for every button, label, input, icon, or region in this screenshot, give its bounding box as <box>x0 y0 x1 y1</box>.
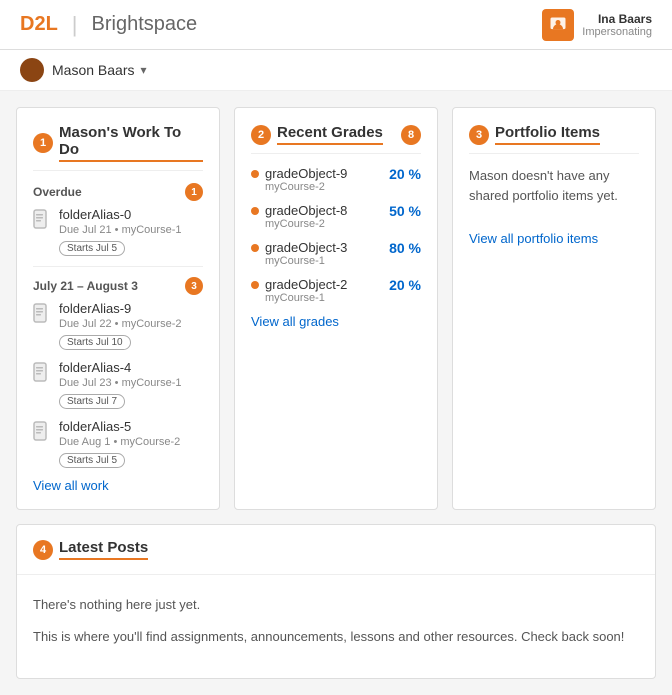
top-grid: 1 Mason's Work To Do Overdue 1 <box>16 107 656 510</box>
d2l-logo: D2L <box>20 13 58 36</box>
grade-pct: 20 % <box>389 166 421 182</box>
latest-posts-line2: This is where you'll find assignments, a… <box>33 627 639 647</box>
grade-details: gradeObject-8 myCourse-2 <box>265 203 383 230</box>
grades-count-badge: 8 <box>401 125 421 145</box>
starts-badge: Starts Jul 5 <box>59 241 125 256</box>
portfolio-empty-text: Mason doesn't have any shared portfolio … <box>469 166 639 205</box>
grade-item: gradeObject-9 myCourse-2 20 % <box>251 166 421 193</box>
grade-dot <box>251 244 259 252</box>
grade-name: gradeObject-8 <box>265 203 383 218</box>
header-left: D2L | Brightspace <box>20 12 197 38</box>
grade-dot <box>251 207 259 215</box>
header: D2L | Brightspace Ina Baars Impersonatin… <box>0 0 672 50</box>
latest-posts-body: There's nothing here just yet. This is w… <box>17 575 655 678</box>
file-icon <box>33 421 51 444</box>
grade-item: gradeObject-8 myCourse-2 50 % <box>251 203 421 230</box>
user-sub: Impersonating <box>582 26 652 38</box>
file-icon <box>33 209 51 232</box>
grade-course: myCourse-1 <box>265 292 383 304</box>
grade-dot <box>251 281 259 289</box>
grade-pct: 20 % <box>389 277 421 293</box>
selected-user-label[interactable]: Mason Baars <box>52 62 134 78</box>
widget-badge-2: 2 <box>251 125 271 145</box>
widget-badge-3: 3 <box>469 125 489 145</box>
widget-badge-4: 4 <box>33 540 53 560</box>
work-to-do-header: 1 Mason's Work To Do <box>33 124 203 171</box>
recent-grades-header: 2 Recent Grades 8 <box>251 124 421 154</box>
work-item-details: folderAlias-5 Due Aug 1 • myCourse-2 Sta… <box>59 419 180 468</box>
main-content: 1 Mason's Work To Do Overdue 1 <box>0 91 672 695</box>
grade-name: gradeObject-2 <box>265 277 383 292</box>
recent-grades-title: Recent Grades <box>277 124 383 145</box>
file-icon <box>33 362 51 385</box>
work-item: folderAlias-9 Due Jul 22 • myCourse-2 St… <box>33 301 203 350</box>
portfolio-header: 3 Portfolio Items <box>469 124 639 154</box>
card-title-wrap: 3 Portfolio Items <box>469 124 600 145</box>
header-right: Ina Baars Impersonating <box>542 9 652 41</box>
grade-details: gradeObject-3 myCourse-1 <box>265 240 383 267</box>
grade-dot <box>251 170 259 178</box>
view-all-grades-link[interactable]: View all grades <box>251 314 421 329</box>
latest-posts-title: Latest Posts <box>59 539 148 560</box>
grade-name: gradeObject-3 <box>265 240 383 255</box>
work-to-do-title: Mason's Work To Do <box>59 124 203 162</box>
avatar <box>20 58 44 82</box>
grade-course: myCourse-2 <box>265 181 383 193</box>
user-avatar-icon <box>548 15 568 35</box>
chevron-down-icon[interactable]: ▾ <box>140 63 146 77</box>
widget-badge-1: 1 <box>33 133 53 153</box>
work-item-meta: Due Aug 1 • myCourse-2 <box>59 436 180 448</box>
work-item-meta: Due Jul 23 • myCourse-1 <box>59 377 181 389</box>
file-icon <box>33 303 51 326</box>
jul-aug-section-label: July 21 – August 3 3 <box>33 277 203 295</box>
user-bar: Mason Baars ▾ <box>0 50 672 91</box>
latest-posts-header: 4 Latest Posts <box>17 525 655 575</box>
grade-name: gradeObject-9 <box>265 166 383 181</box>
grade-details: gradeObject-9 myCourse-2 <box>265 166 383 193</box>
grade-course: myCourse-1 <box>265 255 383 267</box>
grade-pct: 80 % <box>389 240 421 256</box>
divider <box>33 266 203 267</box>
card-title-wrap: 1 Mason's Work To Do <box>33 124 203 162</box>
card-title-wrap: 2 Recent Grades <box>251 124 383 145</box>
starts-badge: Starts Jul 5 <box>59 453 125 468</box>
latest-posts-line1: There's nothing here just yet. <box>33 595 639 615</box>
work-item: folderAlias-5 Due Aug 1 • myCourse-2 Sta… <box>33 419 203 468</box>
work-item-name: folderAlias-5 <box>59 419 180 434</box>
grades-list: gradeObject-9 myCourse-2 20 % gradeObjec… <box>251 166 421 304</box>
work-item-details: folderAlias-4 Due Jul 23 • myCourse-1 St… <box>59 360 181 409</box>
view-all-portfolio-link[interactable]: View all portfolio items <box>469 231 639 246</box>
brand-name: Brightspace <box>92 13 198 36</box>
grade-pct: 50 % <box>389 203 421 219</box>
jul-aug-badge: 3 <box>185 277 203 295</box>
user-name: Ina Baars <box>582 12 652 26</box>
overdue-badge: 1 <box>185 183 203 201</box>
latest-posts-card: 4 Latest Posts There's nothing here just… <box>16 524 656 679</box>
work-item: folderAlias-4 Due Jul 23 • myCourse-1 St… <box>33 360 203 409</box>
grade-item: gradeObject-2 myCourse-1 20 % <box>251 277 421 304</box>
work-item-name: folderAlias-9 <box>59 301 181 316</box>
work-item-meta: Due Jul 22 • myCourse-2 <box>59 318 181 330</box>
user-info: Ina Baars Impersonating <box>582 12 652 38</box>
work-item-meta: Due Jul 21 • myCourse-1 <box>59 224 181 236</box>
work-item-name: folderAlias-0 <box>59 207 181 222</box>
work-to-do-card: 1 Mason's Work To Do Overdue 1 <box>16 107 220 510</box>
user-icon-box <box>542 9 574 41</box>
overdue-section-label: Overdue 1 <box>33 183 203 201</box>
view-all-work-link[interactable]: View all work <box>33 478 203 493</box>
work-item: folderAlias-0 Due Jul 21 • myCourse-1 St… <box>33 207 203 256</box>
portfolio-title: Portfolio Items <box>495 124 600 145</box>
work-item-name: folderAlias-4 <box>59 360 181 375</box>
starts-badge: Starts Jul 10 <box>59 335 131 350</box>
starts-badge: Starts Jul 7 <box>59 394 125 409</box>
work-item-details: folderAlias-9 Due Jul 22 • myCourse-2 St… <box>59 301 181 350</box>
header-divider: | <box>72 12 78 38</box>
grade-item: gradeObject-3 myCourse-1 80 % <box>251 240 421 267</box>
work-item-details: folderAlias-0 Due Jul 21 • myCourse-1 St… <box>59 207 181 256</box>
recent-grades-card: 2 Recent Grades 8 gradeObject-9 myCourse… <box>234 107 438 510</box>
portfolio-card: 3 Portfolio Items Mason doesn't have any… <box>452 107 656 510</box>
grade-course: myCourse-2 <box>265 218 383 230</box>
grade-details: gradeObject-2 myCourse-1 <box>265 277 383 304</box>
